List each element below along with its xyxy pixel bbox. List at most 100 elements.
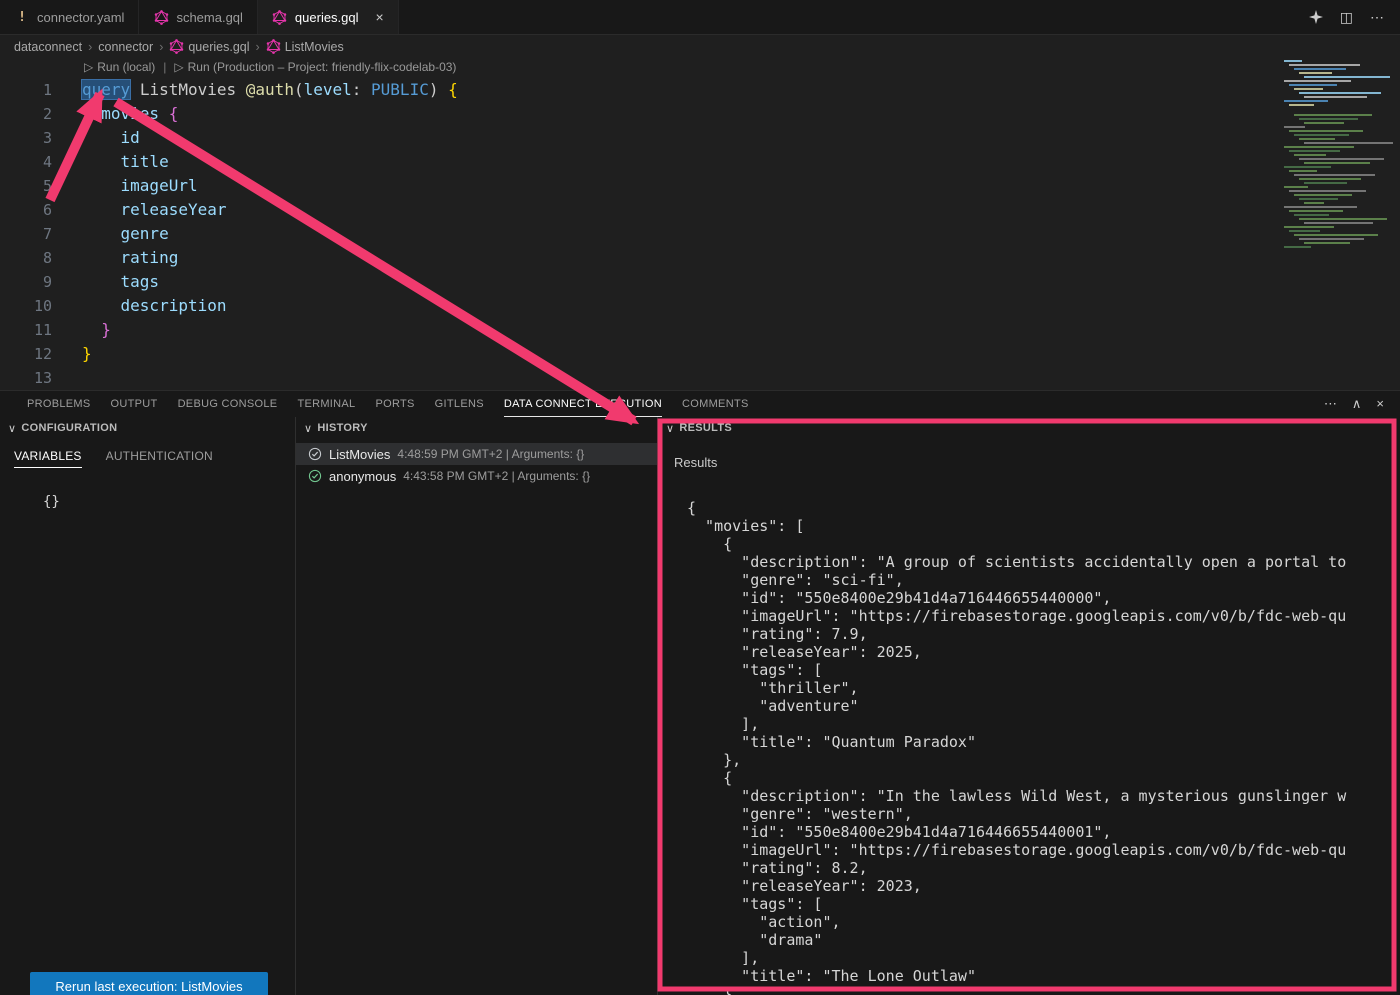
code-text: releaseYear: [52, 198, 227, 222]
tab-label: schema.gql: [176, 10, 242, 25]
code-token: [159, 104, 169, 123]
code-token: title: [121, 152, 169, 171]
code-token: [438, 80, 448, 99]
code-line: 4 title: [0, 150, 1278, 174]
minimap-line: [1304, 122, 1344, 124]
json-line: {: [687, 535, 1396, 553]
panel-more-icon[interactable]: ⋯: [1324, 396, 1337, 412]
editor-actions: ◫ ⋯: [1309, 0, 1400, 34]
json-line: "releaseYear": 2023,: [687, 877, 1396, 895]
json-line: {: [687, 499, 1396, 517]
run-local-link[interactable]: ▷ Run (local): [84, 60, 155, 74]
run-production-label: Run (Production – Project: friendly-flix…: [188, 60, 457, 74]
history-entry-anonymous[interactable]: anonymous4:43:58 PM GMT+2 | Arguments: {…: [296, 465, 657, 487]
minimap-line: [1289, 84, 1337, 86]
variables-value[interactable]: {}: [43, 494, 295, 510]
results-json[interactable]: { "movies": [ { "description": "A group …: [658, 499, 1396, 995]
code-text: query ListMovies @auth(level: PUBLIC) {: [52, 78, 458, 102]
minimap-line: [1299, 138, 1335, 140]
sparkle-icon[interactable]: [1309, 10, 1323, 24]
breadcrumb-item-dataconnect[interactable]: dataconnect: [14, 40, 82, 54]
config-tab-variables[interactable]: VARIABLES: [14, 449, 82, 468]
editor-tab-connector.yaml[interactable]: ! connector.yaml: [0, 0, 139, 34]
config-tab-authentication[interactable]: AUTHENTICATION: [106, 449, 213, 468]
results-header-label: RESULTS: [679, 422, 732, 434]
minimap-line: [1304, 242, 1350, 244]
minimap-line: [1284, 80, 1351, 82]
more-actions-icon[interactable]: ⋯: [1370, 9, 1384, 26]
panel-maximize-icon[interactable]: ∧: [1352, 396, 1362, 412]
json-line: },: [687, 751, 1396, 769]
minimap-line: [1304, 182, 1347, 184]
split-editor-icon[interactable]: ◫: [1340, 9, 1353, 26]
code-token: :: [352, 80, 371, 99]
panel-close-icon[interactable]: ×: [1376, 396, 1384, 412]
code-text: id: [52, 126, 140, 150]
json-line: "title": "The Lone Outlaw": [687, 967, 1396, 985]
minimap-line: [1299, 158, 1384, 160]
code-token: description: [121, 296, 227, 315]
panel-tab-comments[interactable]: COMMENTS: [682, 391, 749, 417]
json-line: ],: [687, 949, 1396, 967]
chevron-right-icon: ›: [88, 40, 92, 54]
run-production-link[interactable]: ▷ Run (Production – Project: friendly-fl…: [174, 60, 456, 74]
minimap-line: [1304, 222, 1373, 224]
code-text: tags: [52, 270, 159, 294]
code-token: [82, 104, 101, 123]
code-line: 8 rating: [0, 246, 1278, 270]
minimap-line: [1294, 214, 1329, 216]
code-line: 6 releaseYear: [0, 198, 1278, 222]
minimap-line: [1289, 64, 1360, 66]
panel-tab-ports[interactable]: PORTS: [375, 391, 414, 417]
breadcrumb-item-queries.gql[interactable]: queries.gql: [169, 39, 249, 54]
json-line: "title": "Quantum Paradox": [687, 733, 1396, 751]
code-text: }: [52, 342, 92, 366]
code-editor[interactable]: ▷ Run (local) | ▷ Run (Production – Proj…: [0, 58, 1400, 390]
minimap-line: [1294, 174, 1375, 176]
panel-tab-terminal[interactable]: TERMINAL: [297, 391, 355, 417]
editor-tab-queries.gql[interactable]: queries.gql×: [258, 0, 399, 34]
code-text: description: [52, 294, 227, 318]
code-token: }: [82, 344, 92, 363]
breadcrumb-item-connector[interactable]: connector: [98, 40, 153, 54]
code-line: 12}: [0, 342, 1278, 366]
breadcrumb-label: queries.gql: [188, 40, 249, 54]
panel-tab-debug-console[interactable]: DEBUG CONSOLE: [178, 391, 278, 417]
close-icon[interactable]: ×: [376, 9, 384, 25]
configuration-tabs: VARIABLES AUTHENTICATION: [0, 449, 295, 468]
codelens: ▷ Run (local) | ▷ Run (Production – Proj…: [84, 60, 456, 74]
minimap-line: [1304, 162, 1370, 164]
panel-tab-data-connect-execution[interactable]: DATA CONNECT EXECUTION: [504, 391, 662, 417]
history-header[interactable]: ∨ HISTORY: [296, 417, 657, 439]
history-header-label: HISTORY: [317, 422, 367, 434]
json-line: "imageUrl": "https://firebasestorage.goo…: [687, 607, 1396, 625]
history-entry-name: anonymous: [329, 469, 396, 484]
configuration-header[interactable]: ∨ CONFIGURATION: [0, 417, 295, 439]
minimap-line: [1299, 72, 1332, 74]
results-header[interactable]: ∨ RESULTS: [658, 417, 1400, 439]
yaml-warning-icon: !: [14, 10, 30, 25]
tab-label: connector.yaml: [37, 10, 124, 25]
panel-tab-problems[interactable]: PROBLEMS: [27, 391, 91, 417]
code-token: (: [294, 80, 304, 99]
symbol-icon: [266, 39, 281, 54]
minimap-line: [1304, 202, 1324, 204]
panel-tab-output[interactable]: OUTPUT: [111, 391, 158, 417]
history-entry-ListMovies[interactable]: ListMovies4:48:59 PM GMT+2 | Arguments: …: [296, 443, 657, 465]
editor-tab-schema.gql[interactable]: schema.gql: [139, 0, 257, 34]
minimap-line: [1284, 166, 1331, 168]
json-line: "tags": [: [687, 661, 1396, 679]
minimap-line: [1289, 170, 1317, 172]
code-token: id: [121, 128, 140, 147]
breadcrumb-item-ListMovies[interactable]: ListMovies: [266, 39, 344, 54]
json-line: "description": "In the lawless Wild West…: [687, 787, 1396, 805]
code-token: [82, 128, 121, 147]
minimap-line: [1304, 76, 1390, 78]
panel-tab-gitlens[interactable]: GITLENS: [435, 391, 484, 417]
code-token: ListMovies: [140, 80, 236, 99]
code-token: [82, 200, 121, 219]
json-line: "id": "550e8400e29b41d4a716446655440000"…: [687, 589, 1396, 607]
rerun-button[interactable]: Rerun last execution: ListMovies: [30, 972, 268, 995]
minimap[interactable]: [1284, 58, 1398, 250]
json-line: "rating": 8.2,: [687, 859, 1396, 877]
